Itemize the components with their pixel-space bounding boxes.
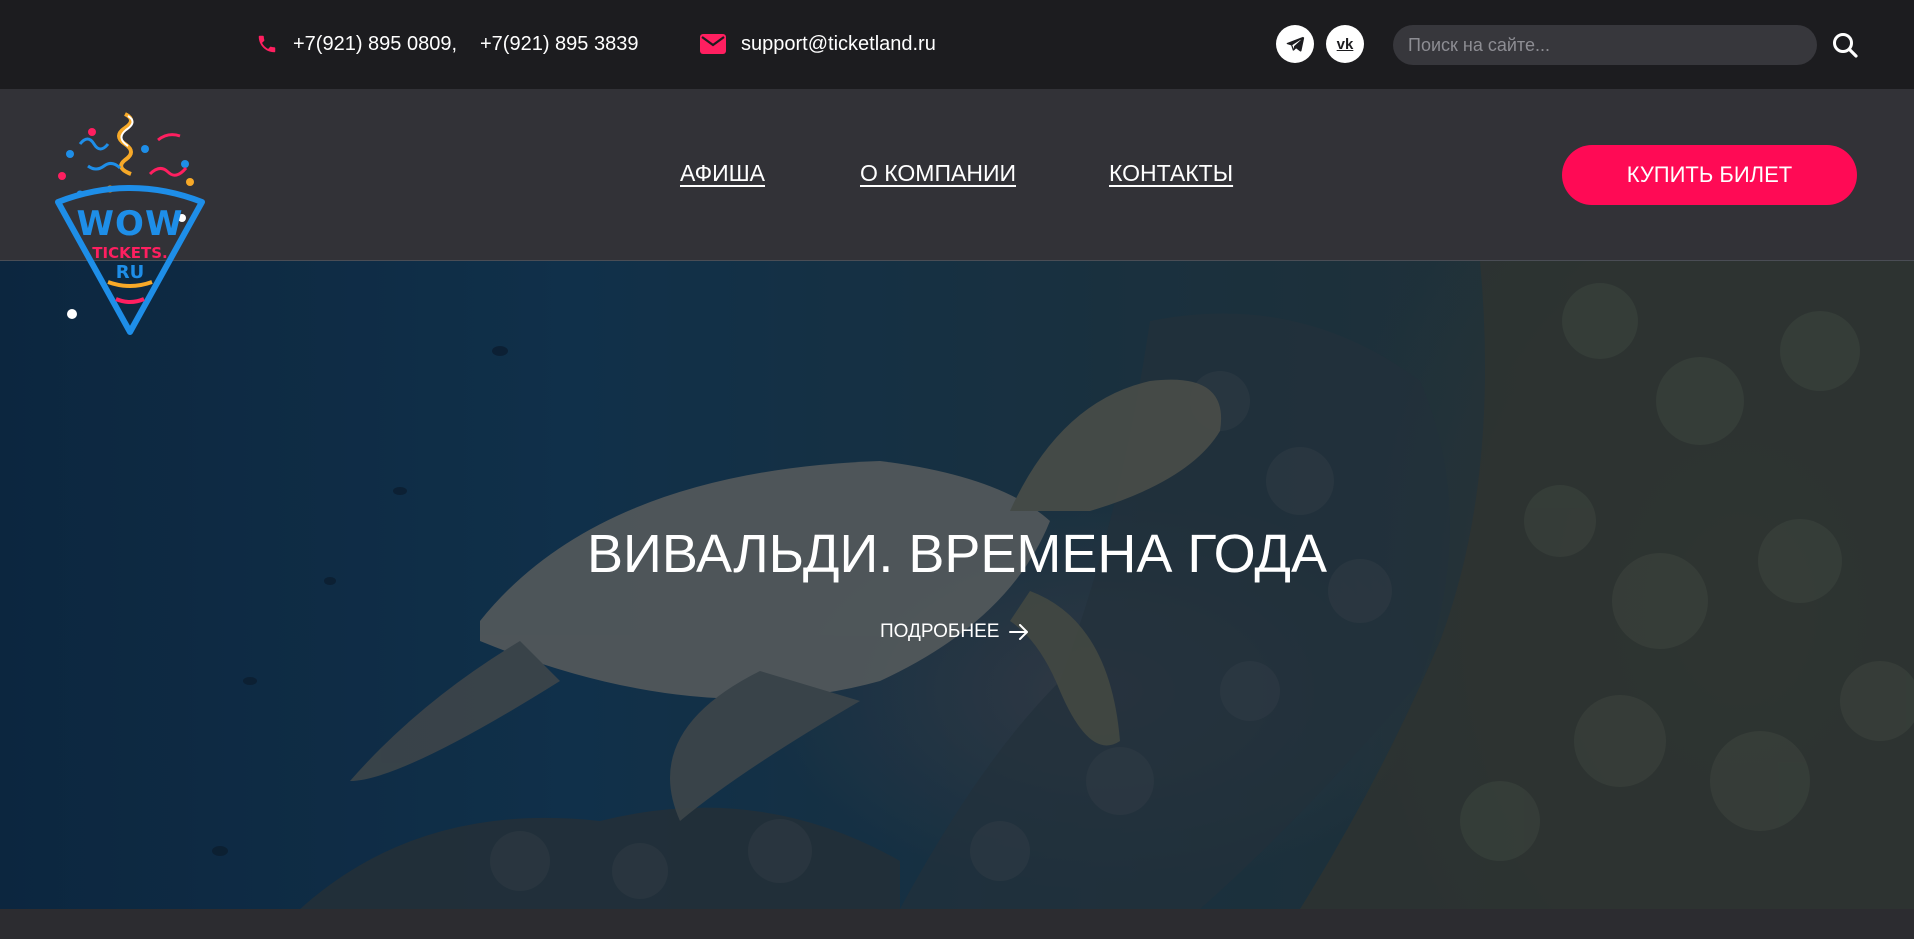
hero-banner: ВИВАЛЬДИ. ВРЕМЕНА ГОДА ПОДРОБНЕЕ xyxy=(0,261,1914,909)
nav-contacts[interactable]: КОНТАКТЫ xyxy=(1109,160,1233,187)
hero-title: ВИВАЛЬДИ. ВРЕМЕНА ГОДА xyxy=(586,524,1328,584)
site-logo[interactable]: WOW TICKETS. RU xyxy=(50,104,210,344)
nav-afisha[interactable]: АФИША xyxy=(680,160,765,187)
logo-tickets-text: TICKETS. xyxy=(92,244,168,262)
vk-icon: vk xyxy=(1336,35,1354,53)
telegram-button[interactable] xyxy=(1276,25,1314,63)
logo-wow-text: WOW xyxy=(76,204,184,244)
email-link[interactable]: support@ticketland.ru xyxy=(741,0,936,89)
page-bottom-strip xyxy=(0,909,1914,939)
phone-link-2[interactable]: +7(921) 895 3839 xyxy=(480,0,638,89)
arrow-right-icon xyxy=(1009,624,1029,640)
phone-link-1[interactable]: +7(921) 895 0809, xyxy=(293,0,457,89)
search-button[interactable] xyxy=(1831,31,1859,59)
vk-button[interactable]: vk xyxy=(1326,25,1364,63)
search-icon xyxy=(1833,33,1858,58)
top-bar: +7(921) 895 0809, +7(921) 895 3839 suppo… xyxy=(0,0,1914,89)
phone-icon xyxy=(258,35,276,53)
search-input[interactable] xyxy=(1393,25,1817,65)
nav-about-company[interactable]: О КОМПАНИИ xyxy=(860,160,1016,187)
telegram-icon xyxy=(1286,36,1305,52)
hero-more-link[interactable]: ПОДРОБНЕЕ xyxy=(880,621,1029,643)
logo-ru-text: RU xyxy=(115,262,145,283)
hero-more-label: ПОДРОБНЕЕ xyxy=(880,621,1000,642)
mail-icon xyxy=(700,34,726,54)
hero-background-image xyxy=(0,261,1914,909)
buy-ticket-button[interactable]: КУПИТЬ БИЛЕТ xyxy=(1562,145,1857,205)
